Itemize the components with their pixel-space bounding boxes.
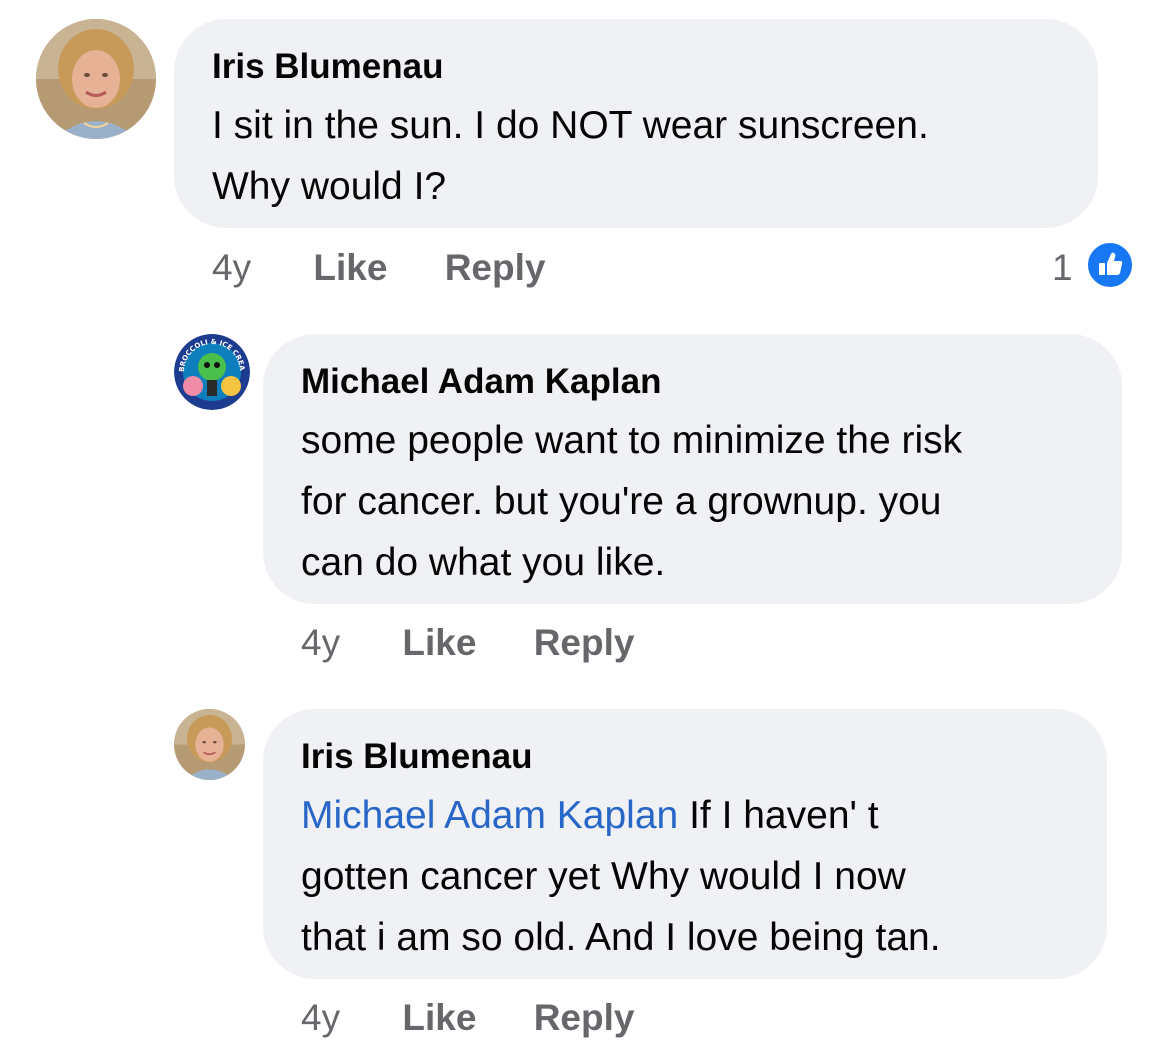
avatar-michael-adam-kaplan[interactable]: BROCCOLI & ICE CREAM — [174, 334, 250, 410]
thumbs-up-icon[interactable] — [1085, 240, 1135, 290]
reply-button[interactable]: Reply — [445, 247, 546, 288]
comment-timestamp[interactable]: 4y — [301, 622, 340, 663]
comment-line: can do what you like. — [301, 541, 666, 584]
like-button[interactable]: Like — [402, 997, 476, 1038]
comment-line: I sit in the sun. I do NOT wear sunscree… — [212, 104, 929, 147]
reaction-count[interactable]: 1 — [1052, 246, 1073, 290]
like-button[interactable]: Like — [313, 247, 387, 288]
comment-line: Michael Adam Kaplan If I haven' t — [301, 785, 941, 846]
comment-bubble: Michael Adam Kaplan some people want to … — [263, 334, 1122, 604]
reply-button[interactable]: Reply — [534, 997, 635, 1038]
avatar-photo — [174, 709, 245, 780]
comment-bubble: Iris Blumenau I sit in the sun. I do NOT… — [174, 19, 1098, 228]
avatar-logo: BROCCOLI & ICE CREAM — [174, 334, 250, 410]
comment-meta: 4y Like Reply — [301, 996, 634, 1040]
comment-line-rest: If I haven' t — [678, 794, 879, 837]
thumbs-up-glyph — [1099, 252, 1123, 275]
comment-bubble: Iris Blumenau Michael Adam Kaplan If I h… — [263, 709, 1107, 979]
mention-link[interactable]: Michael Adam Kaplan — [301, 794, 678, 837]
comment-text: Michael Adam Kaplan If I haven' t gotten… — [301, 785, 941, 968]
avatar-photo — [36, 19, 156, 139]
comment-line: gotten cancer yet Why would I now — [301, 855, 906, 898]
like-button[interactable]: Like — [402, 622, 476, 663]
comment-text: some people want to minimize the risk fo… — [301, 410, 962, 593]
avatar-iris-blumenau[interactable] — [174, 709, 245, 780]
comment-author[interactable]: Iris Blumenau — [212, 47, 443, 87]
reply-button[interactable]: Reply — [534, 622, 635, 663]
avatar-iris-blumenau[interactable] — [36, 19, 156, 139]
comment-line: Why would I? — [212, 165, 447, 208]
comment-meta: 4y Like Reply — [212, 246, 545, 290]
comment-meta: 4y Like Reply — [301, 621, 634, 665]
comment-text: I sit in the sun. I do NOT wear sunscree… — [212, 95, 929, 217]
comment-line: some people want to minimize the risk — [301, 419, 963, 462]
comment-line: that i am so old. And I love being tan. — [301, 916, 941, 959]
comment-line: for cancer. but you're a grownup. you — [301, 480, 942, 523]
comment-timestamp[interactable]: 4y — [212, 247, 251, 288]
comment-author[interactable]: Iris Blumenau — [301, 737, 532, 777]
comment-timestamp[interactable]: 4y — [301, 997, 340, 1038]
comment-author[interactable]: Michael Adam Kaplan — [301, 362, 661, 402]
